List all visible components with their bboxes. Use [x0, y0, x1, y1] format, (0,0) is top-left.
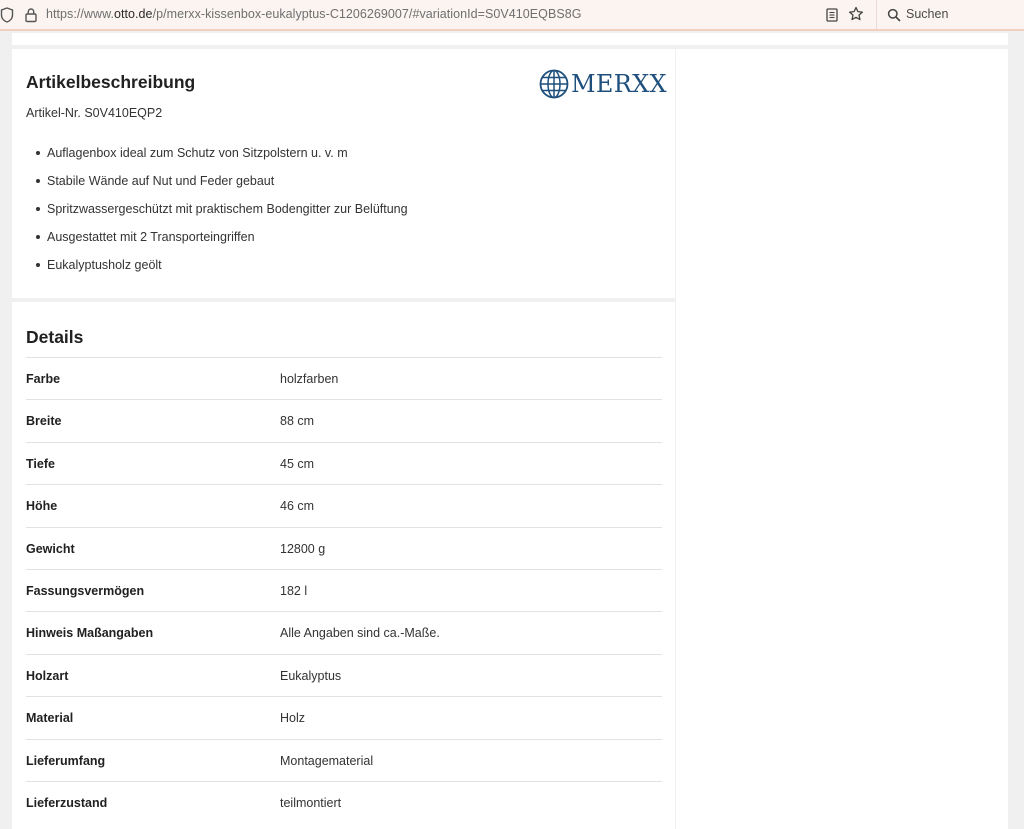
page-top-strip: [12, 33, 1008, 45]
row-value: teilmontiert: [280, 795, 342, 810]
description-heading: Artikelbeschreibung: [26, 72, 196, 92]
details-heading: Details: [26, 327, 84, 347]
row-label: Hinweis Maßangaben: [26, 626, 154, 641]
table-row: Fassungsvermögen 182 l: [26, 568, 662, 611]
search-box[interactable]: Suchen: [876, 0, 1024, 29]
row-value: 182 l: [280, 583, 308, 598]
row-value: holzfarben: [280, 372, 339, 386]
description-section: Artikelbeschreibung Artikel-Nr. S0V410EQ…: [12, 49, 675, 298]
table-row: Breite 88 cm: [26, 399, 662, 441]
search-icon: [887, 8, 901, 22]
row-label: Lieferumfang: [26, 753, 106, 768]
row-label: Tiefe: [26, 456, 55, 471]
list-item: Stabile Wände auf Nut und Feder gebaut: [36, 173, 408, 201]
row-label: Holzart: [26, 668, 69, 683]
url-prefix: https://www.: [46, 7, 114, 21]
right-column: [676, 49, 1008, 829]
table-row: Hinweis Maßangaben Alle Angaben sind ca.-…: [26, 611, 662, 653]
row-value: Holz: [280, 711, 306, 726]
row-value: 46 cm: [280, 499, 315, 514]
table-row: Tiefe 45 cm: [26, 441, 662, 484]
table-row: Material Holz: [26, 696, 662, 738]
table-row: Höhe 46 cm: [26, 484, 662, 526]
globe-icon: [539, 69, 569, 99]
row-value: 45 cm: [280, 456, 315, 471]
row-label: Gewicht: [26, 541, 75, 556]
row-label: Material: [26, 711, 74, 726]
table-row: Lieferzustand teilmontiert: [26, 780, 662, 823]
row-value: Eukalyptus: [280, 668, 342, 683]
list-item: Auflagenbox ideal zum Schutz von Sitzpol…: [36, 145, 408, 173]
row-value: Alle Angaben sind ca.-Maße.: [280, 626, 440, 641]
list-item: Eukalyptusholz geölt: [36, 257, 408, 285]
row-label: Lieferzustand: [26, 795, 108, 810]
row-value: 88 cm: [280, 414, 315, 429]
table-row: Gewicht 12800 g: [26, 526, 662, 569]
list-item: Spritzwassergeschützt mit praktischem Bo…: [36, 201, 408, 229]
table-row: Lieferumfang Montagematerial: [26, 738, 662, 781]
lock-icon[interactable]: [24, 7, 38, 23]
row-label: Farbe: [26, 372, 61, 386]
table-row: Holzart Eukalyptus: [26, 653, 662, 696]
row-label: Fassungsvermögen: [26, 583, 145, 598]
bookmark-star-icon[interactable]: [848, 6, 864, 22]
list-item: Ausgestattet mit 2 Transporteingriffen: [36, 229, 408, 257]
brand-name: MERXX: [571, 70, 667, 98]
search-input[interactable]: Suchen: [906, 7, 948, 21]
article-number: Artikel-Nr. S0V410EQP2: [26, 106, 163, 120]
address-bar-url[interactable]: https://www.otto.de/p/merxx-kissenbox-eu…: [46, 7, 582, 21]
url-host: otto.de: [113, 7, 153, 21]
browser-toolbar: https://www.otto.de/p/merxx-kissenbox-eu…: [0, 0, 1024, 31]
row-label: Breite: [26, 414, 62, 429]
feature-list: Auflagenbox ideal zum Schutz von Sitzpol…: [36, 145, 408, 285]
row-value: Montagematerial: [280, 753, 374, 768]
shield-icon[interactable]: [0, 7, 14, 23]
url-path: /p/merxx-kissenbox-eukalyptus-C120626900…: [152, 7, 582, 21]
row-value: 12800 g: [280, 541, 326, 556]
reader-view-icon[interactable]: [826, 8, 838, 22]
details-table: Farbe holzfarben Breite 88 cm Tiefe 45 cm H…: [26, 357, 662, 823]
table-row: Farbe holzfarben: [26, 357, 662, 399]
details-section: Details Farbe holzfarben Breite 88 cm Tief…: [12, 302, 675, 829]
row-label: Höhe: [26, 499, 58, 514]
brand-logo[interactable]: MERXX: [539, 69, 667, 99]
